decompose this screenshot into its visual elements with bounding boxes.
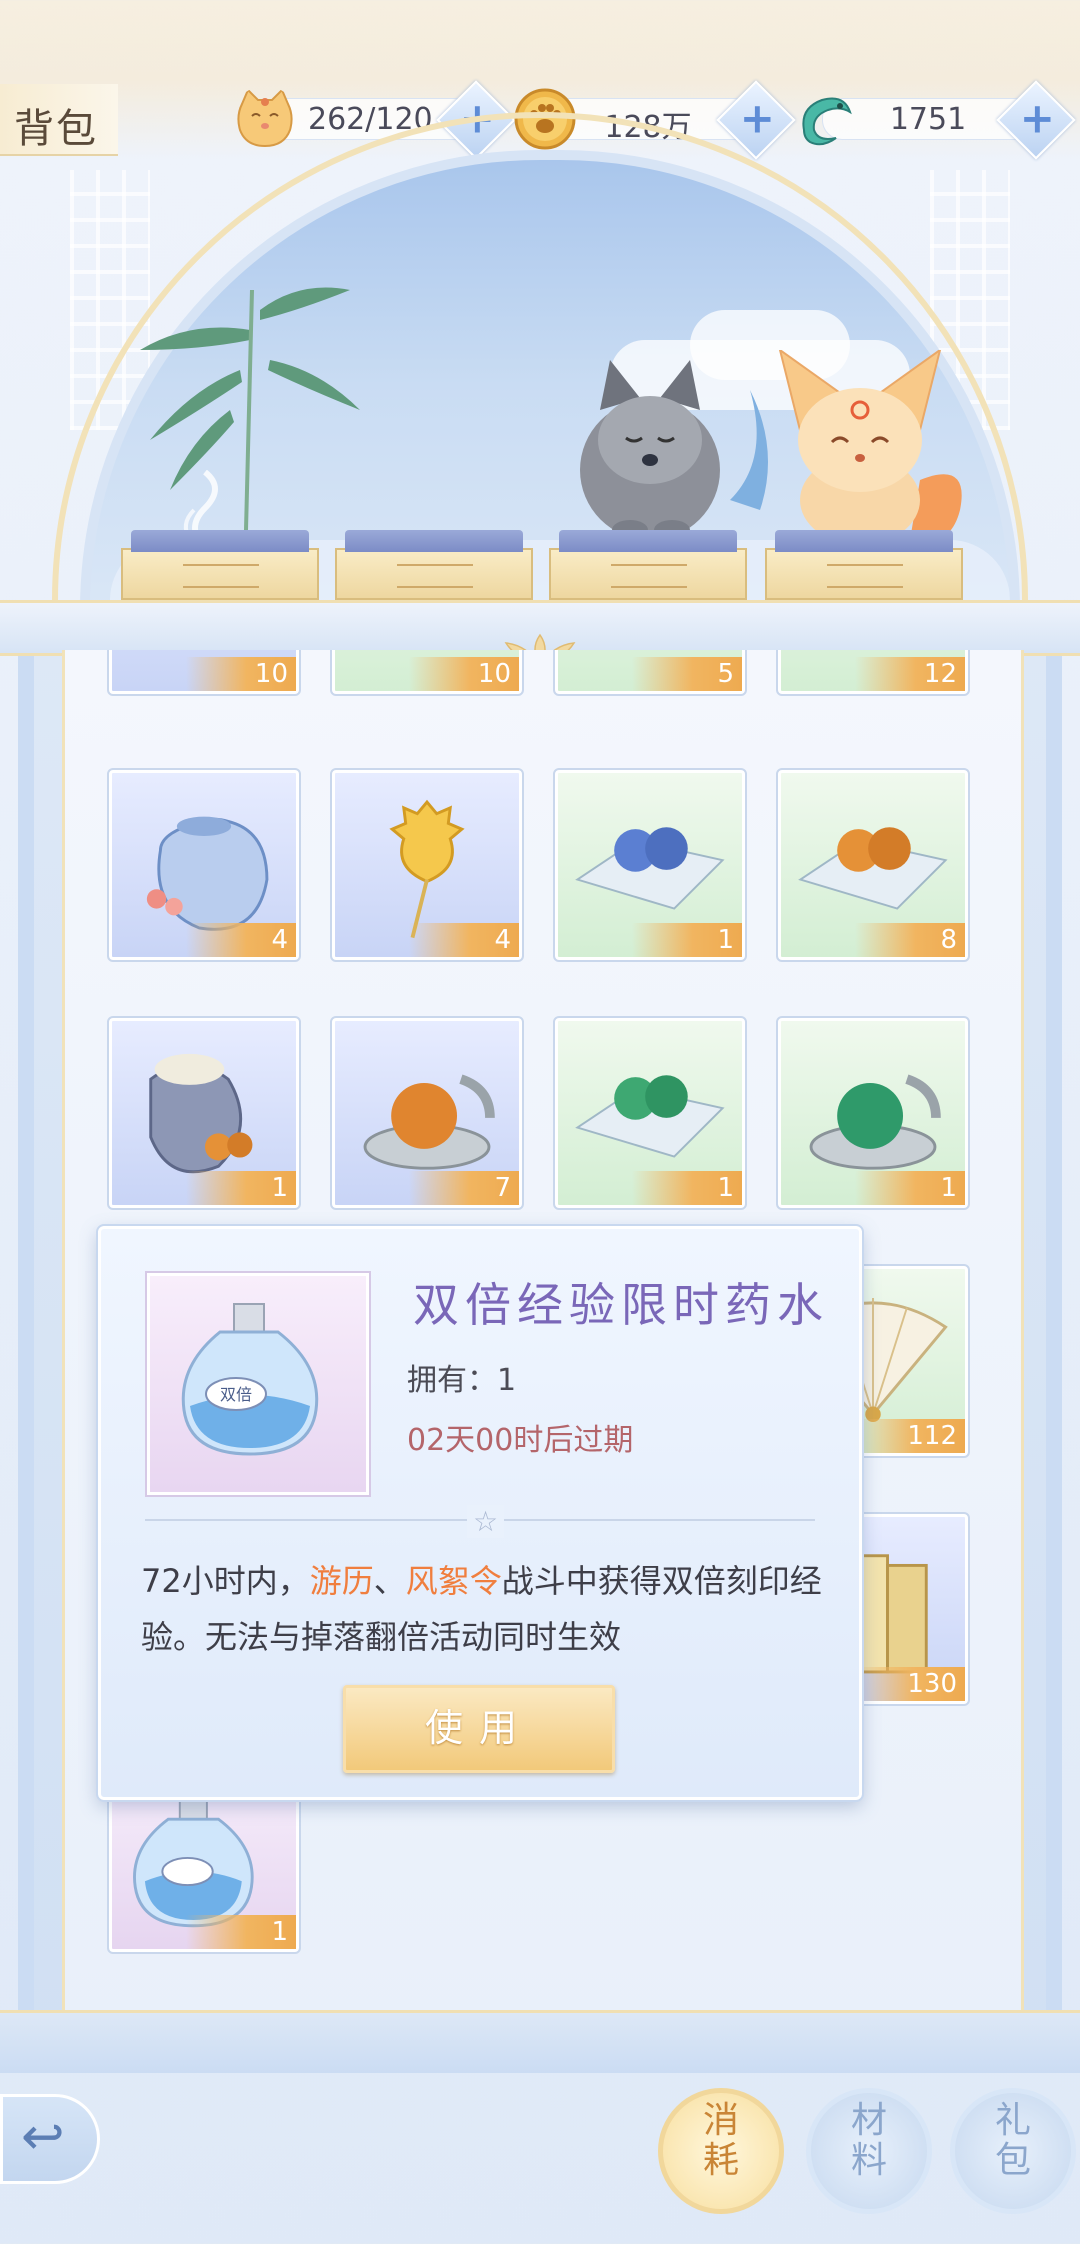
pedestal-ornament (183, 564, 259, 588)
cat-face-icon (237, 88, 293, 148)
desc-text: 、 (373, 1562, 406, 1600)
item-expire-time: 02天00时后过期 (407, 1423, 634, 1458)
star-ornament-icon: ☆ (467, 1505, 505, 1538)
item-count: 7 (409, 1171, 519, 1205)
double-potion-icon: 双倍 (181, 1303, 319, 1456)
grey-pouch-item[interactable]: 1 (107, 1016, 301, 1210)
fox-pet[interactable] (770, 350, 970, 550)
jade-dragon-icon (802, 97, 852, 146)
inventory-cell[interactable]: 5 (553, 650, 747, 696)
desc-highlight-travel: 游历 (309, 1562, 374, 1600)
add-jade-button[interactable]: + (996, 80, 1076, 160)
item-count: 130 (855, 1667, 965, 1701)
item-detail-icon-box: 双倍 (145, 1271, 371, 1497)
inventory-cell[interactable]: 12 (776, 650, 970, 696)
pedestal-ornament (827, 564, 903, 588)
item-owned-count: 拥有：1 (407, 1363, 517, 1398)
bag-panel-footer (0, 2010, 1080, 2073)
green-pearls-item[interactable]: 1 (553, 1016, 747, 1210)
item-count: 4 (409, 923, 519, 957)
tab-label: 消耗 (702, 2100, 739, 2181)
pet-slot-1[interactable] (121, 530, 319, 600)
tab-gift-packs[interactable]: 礼包 (950, 2088, 1076, 2214)
item-name: 双倍经验限时药水 (413, 1278, 829, 1332)
pet-slot-4[interactable] (765, 530, 963, 600)
use-button[interactable]: 使用 (343, 1685, 615, 1773)
desc-text: 72小时内， (141, 1562, 310, 1600)
green-orb-dish-item[interactable]: 1 (776, 1016, 970, 1210)
item-count: 1 (855, 1171, 965, 1205)
plus-icon: + (1019, 93, 1056, 143)
tab-materials[interactable]: 材料 (806, 2088, 932, 2214)
tab-label: 材料 (850, 2100, 887, 2181)
orange-pearls-item[interactable]: 8 (776, 768, 970, 962)
item-count: 5 (632, 657, 742, 691)
tab-label: 礼包 (994, 2100, 1031, 2181)
inventory-cell[interactable]: 10 (107, 650, 301, 696)
resource-value-jade: 1751 (889, 102, 967, 137)
resource-jade: 1751 + (792, 80, 1080, 160)
item-count: 112 (855, 1419, 965, 1453)
pedestal-ornament (397, 564, 473, 588)
item-count: 8 (855, 923, 965, 957)
bamboo-decoration (140, 287, 360, 530)
item-description: 72小时内，游历、风絮令战斗中获得双倍刻印经验。无法与掉落翻倍活动同时生效 (141, 1553, 831, 1665)
tab-consumables[interactable]: 消耗 (658, 2088, 784, 2214)
inventory-cell[interactable]: 10 (330, 650, 524, 696)
item-count: 10 (409, 657, 519, 691)
lucky-bag-item[interactable]: 4 (107, 768, 301, 962)
item-count: 12 (855, 657, 965, 691)
potion-label: 双倍 (220, 1385, 252, 1404)
blue-pearls-item[interactable]: 1 (553, 768, 747, 962)
plus-icon: + (739, 93, 776, 143)
item-count: 1 (186, 1915, 296, 1949)
item-count: 1 (632, 923, 742, 957)
item-count: 1 (186, 1171, 296, 1205)
golden-sheep-lollipop-item[interactable]: 4 (330, 768, 524, 962)
item-count: 4 (186, 923, 296, 957)
page-title: 背包 (0, 84, 118, 156)
item-detail-popup[interactable]: 双倍 双倍经验限时药水 拥有：1 02天00时后过期 ☆ 72小时内，游历、风絮… (96, 1224, 864, 1802)
back-button[interactable]: ↩ (0, 2094, 100, 2184)
item-count: 10 (186, 657, 296, 691)
grey-cat-pet[interactable] (560, 350, 780, 550)
add-coin-button[interactable]: + (716, 80, 796, 160)
pet-slot-2[interactable] (335, 530, 533, 600)
item-count: 1 (632, 1171, 742, 1205)
back-arrow-icon: ↩ (21, 2107, 65, 2167)
desc-highlight-token: 风絮令 (405, 1562, 502, 1600)
orange-orb-dish-item[interactable]: 7 (330, 1016, 524, 1210)
pet-slot-3[interactable] (549, 530, 747, 600)
page-title-text: 背包 (14, 106, 98, 152)
pedestal-ornament (611, 564, 687, 588)
bag-panel-header (0, 600, 1080, 667)
